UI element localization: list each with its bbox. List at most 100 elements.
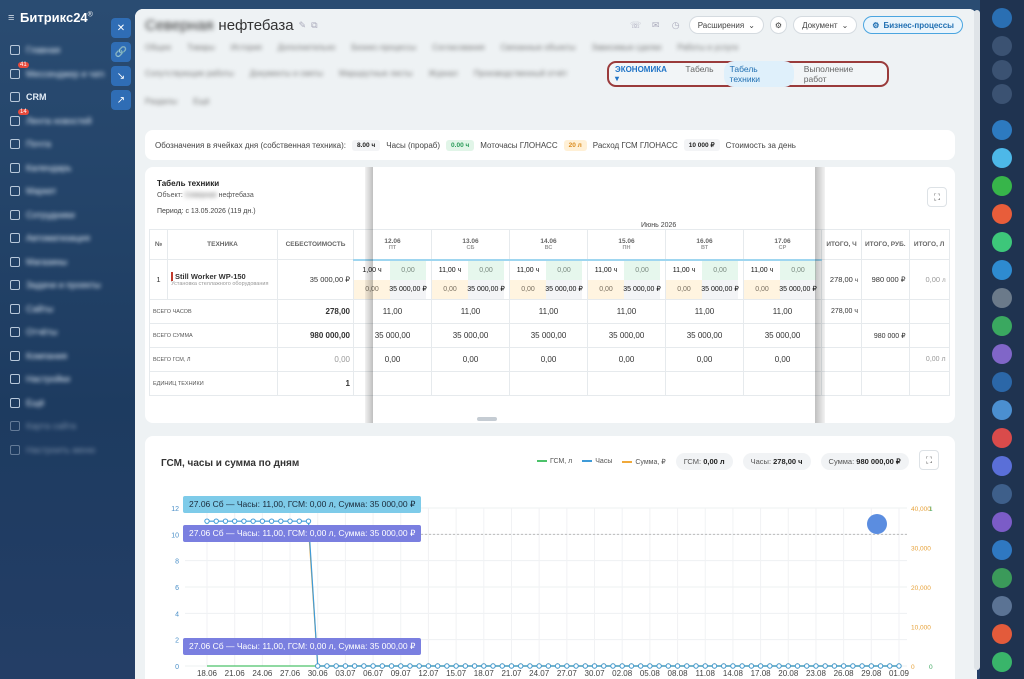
minimize-icon[interactable]: ↘ — [111, 66, 131, 86]
tab[interactable]: Ещё — [193, 97, 209, 106]
chat-avatar-icon[interactable] — [992, 316, 1012, 336]
sidebar-item[interactable]: Ещё — [10, 395, 104, 411]
series-point-hours — [204, 518, 210, 524]
chat-avatar-icon[interactable] — [992, 568, 1012, 588]
tab[interactable]: Разделы — [145, 97, 177, 106]
open-new-window-icon[interactable]: ↗ — [111, 90, 131, 110]
day-cell[interactable]: 11,00 ч 0,00 0,00 35 000,00 ₽ — [431, 259, 510, 300]
chat-avatar-icon[interactable] — [992, 540, 1012, 560]
search-chat-icon[interactable] — [992, 84, 1012, 104]
tab[interactable]: Связанные объекты — [501, 43, 576, 52]
extensions-button[interactable]: Расширения ⌄ — [688, 16, 764, 34]
tab[interactable]: Общее — [145, 43, 171, 52]
clock-icon[interactable]: ◷ — [669, 18, 683, 32]
chat-avatar-icon[interactable] — [992, 624, 1012, 644]
chat-avatar-icon[interactable] — [992, 428, 1012, 448]
close-slider-icon[interactable]: ✕ — [111, 18, 131, 38]
sidebar-item[interactable]: 14 Лента новостей — [10, 108, 104, 129]
menu-burger-icon[interactable]: ≡ — [8, 12, 14, 24]
notifications-icon[interactable] — [992, 36, 1012, 56]
chat-avatar-icon[interactable] — [992, 148, 1012, 168]
tab[interactable]: Дополнительно — [278, 43, 336, 52]
chat-avatar-icon[interactable] — [992, 596, 1012, 616]
x-tick-label: 18.07 — [474, 669, 495, 678]
chat-avatar-icon[interactable] — [992, 456, 1012, 476]
y-tick-label: 4 — [175, 611, 179, 618]
sidebar-item[interactable]: Настроить меню — [10, 442, 104, 458]
document-button[interactable]: Документ ⌄ — [793, 16, 858, 34]
copilot-icon[interactable] — [992, 60, 1012, 80]
tab[interactable]: Сопутствующие работы — [145, 69, 234, 78]
chat-avatar-icon[interactable] — [992, 484, 1012, 504]
chart-zoom-handle[interactable] — [867, 514, 887, 534]
sidebar-item[interactable]: Настройки — [10, 371, 104, 387]
tab[interactable]: Бизнес-процессы — [351, 43, 416, 52]
right-rail — [980, 0, 1024, 679]
sidebar-item-label: Отчёты — [26, 327, 58, 337]
sidebar-item[interactable]: Магазины — [10, 254, 104, 270]
main-scrollbar[interactable] — [974, 10, 980, 670]
economy-subtab[interactable]: Выполнение работ — [798, 61, 881, 87]
tab[interactable]: Товары — [187, 43, 215, 52]
chat-avatar-icon[interactable] — [992, 400, 1012, 420]
link-icon[interactable]: ⧉ — [311, 20, 317, 31]
chat-avatar-icon[interactable] — [992, 204, 1012, 224]
sidebar-item[interactable]: Главная — [10, 42, 104, 58]
sidebar-item[interactable]: Маркет — [10, 183, 104, 199]
chat-avatar-icon[interactable] — [992, 652, 1012, 672]
sidebar-item[interactable]: CRM — [10, 89, 104, 105]
chat-avatar-icon[interactable] — [992, 288, 1012, 308]
tab[interactable]: Работы и услуги — [677, 43, 738, 52]
tech-cell[interactable]: Still Worker WP-150 Установка стеллажного… — [167, 259, 278, 300]
sidebar-item[interactable]: Отчёты — [10, 324, 104, 340]
link-icon[interactable]: 🔗 — [111, 42, 131, 62]
business-processes-button[interactable]: ⚙ Бизнес-процессы — [863, 16, 963, 34]
chat-avatar-icon[interactable] — [992, 344, 1012, 364]
series-point-hours — [564, 663, 570, 669]
series-point-hours — [361, 663, 367, 669]
settings-button[interactable]: ⚙ — [769, 16, 788, 34]
economy-subtab[interactable]: Табель техники — [723, 61, 794, 87]
tab[interactable]: История — [231, 43, 262, 52]
chat-avatar-icon[interactable] — [992, 232, 1012, 252]
tab[interactable]: Производственный отчёт — [474, 69, 568, 78]
phone-icon[interactable]: ☏ — [629, 18, 643, 32]
summary-label: Всего сумма — [149, 323, 278, 348]
fuel-value: 0,00 — [432, 279, 468, 299]
x-tick-label: 27.06 — [280, 669, 301, 678]
chat-avatar-icon[interactable] — [992, 260, 1012, 280]
day-cell[interactable]: 11,00 ч 0,00 0,00 35 000,00 ₽ — [743, 259, 822, 300]
sidebar-item[interactable]: Автоматизация — [10, 230, 104, 246]
mail-icon[interactable]: ✉ — [649, 18, 663, 32]
sidebar-item[interactable]: Сотрудники — [10, 207, 104, 223]
economy-subtab[interactable]: Табель — [679, 61, 719, 87]
chat-avatar-icon[interactable] — [992, 176, 1012, 196]
tab[interactable]: Согласования — [432, 43, 484, 52]
tab[interactable]: Журнал — [429, 69, 458, 78]
sidebar-item[interactable]: Сайты — [10, 301, 104, 317]
chat-avatar-icon[interactable] — [992, 120, 1012, 140]
chat-avatar-icon[interactable] — [992, 512, 1012, 532]
brand-logo[interactable]: Битрикс24® — [20, 10, 93, 25]
day-cell[interactable]: 11,00 ч 0,00 0,00 35 000,00 ₽ — [509, 259, 588, 300]
day-cell[interactable]: 11,00 ч 0,00 0,00 35 000,00 ₽ — [665, 259, 744, 300]
tab[interactable]: Зависимые сделки — [592, 43, 662, 52]
sidebar-item[interactable]: 41 Мессенджер и чаты — [10, 61, 104, 82]
series-point-hours — [388, 663, 395, 669]
tab[interactable]: Маршрутные листы — [339, 69, 412, 78]
horizontal-scroll-handle[interactable] — [477, 417, 497, 421]
chat-avatar-icon[interactable] — [992, 372, 1012, 392]
economy-menu[interactable]: ЭКОНОМИКА ▾ — [615, 65, 671, 83]
sidebar-item[interactable]: Почта — [10, 136, 104, 152]
sidebar-item[interactable]: Календарь — [10, 160, 104, 176]
x-tick-label: 20.08 — [778, 669, 799, 678]
fullscreen-icon[interactable]: ⛶ — [927, 187, 947, 207]
sidebar-item[interactable]: Компания — [10, 348, 104, 364]
arrow-logo-icon[interactable] — [992, 8, 1012, 28]
summary-day-value: 35 000,00 — [509, 323, 588, 348]
tab[interactable]: Документы и сметы — [250, 69, 323, 78]
day-cell[interactable]: 11,00 ч 0,00 0,00 35 000,00 ₽ — [587, 259, 666, 300]
pencil-icon[interactable]: ✎ — [299, 20, 307, 31]
sidebar-item[interactable]: Задачи и проекты — [10, 277, 104, 293]
sidebar-item[interactable]: Карта сайта — [10, 418, 104, 434]
